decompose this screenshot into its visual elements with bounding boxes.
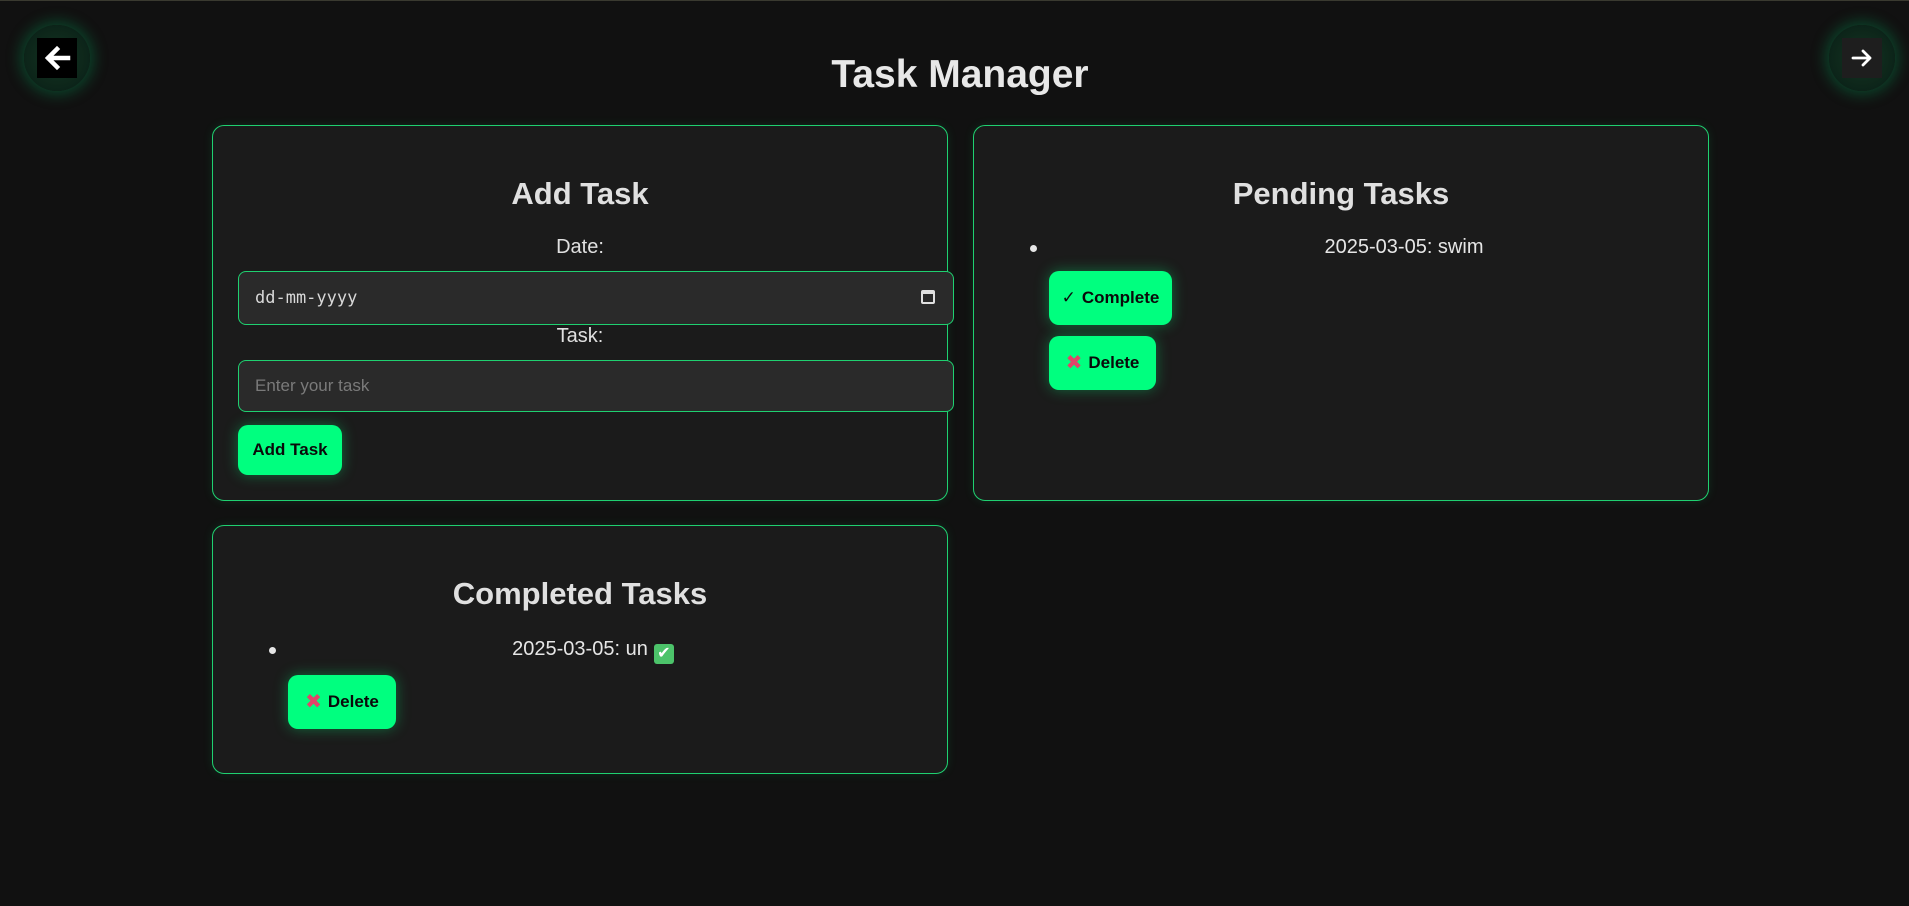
completed-task-text: 2025-03-05: un [512,638,648,660]
close-icon: ✖ [305,691,322,713]
pending-task-text: 2025-03-05: swim [1324,236,1484,258]
delete-button[interactable]: ✖ Delete [1049,336,1156,390]
add-task-card: Add Task Date: dd-mm-yyyy Task: Enter yo… [212,125,954,501]
delete-button-label: Delete [1088,353,1140,372]
calendar-icon[interactable] [921,290,935,304]
completed-tasks-heading: Completed Tasks [452,576,708,611]
completed-task-row: 2025-03-05: un ✔ [288,638,898,664]
bullet [269,647,276,654]
task-label: Task: [556,325,604,347]
add-task-button-label: Add Task [252,440,328,459]
date-placeholder: dd-mm-yyyy [255,288,358,308]
check-icon: ✓ [1061,288,1076,307]
complete-button-label: Complete [1081,288,1160,307]
pending-tasks-card: Pending Tasks 2025-03-05: swim ✓ Complet… [973,125,1709,501]
page-title: Task Manager [831,53,1089,96]
add-task-button[interactable]: Add Task [238,425,342,475]
completed-tasks-card: Completed Tasks 2025-03-05: un ✔ ✖ Delete [212,525,948,774]
check-mark-icon: ✔ [653,644,674,664]
task-placeholder: Enter your task [255,376,370,395]
task-input[interactable]: Enter your task [238,360,954,412]
add-task-heading: Add Task [511,176,649,211]
bullet [1030,245,1037,252]
date-label: Date: [556,236,604,258]
complete-button[interactable]: ✓ Complete [1049,271,1172,325]
pending-tasks-heading: Pending Tasks [1232,176,1450,211]
close-icon: ✖ [1065,352,1083,374]
delete-button[interactable]: ✖ Delete [288,675,396,729]
delete-button-label: Delete [327,692,379,711]
date-input[interactable]: dd-mm-yyyy [238,271,954,325]
